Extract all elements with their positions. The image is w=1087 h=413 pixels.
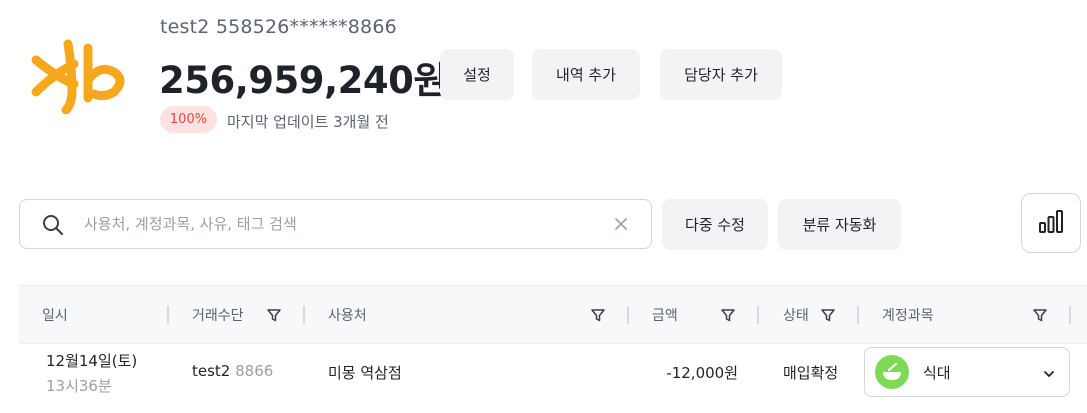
table-header: 일시 거래수단 사용처 금액 상태 계정과목 <box>19 285 1087 344</box>
bulk-edit-button[interactable]: 다중 수정 <box>662 199 768 250</box>
kb-logo <box>28 38 132 115</box>
row-date: 12월14일(토) <box>46 352 138 370</box>
last-update-text: 마지막 업데이트 3개월 전 <box>227 113 389 131</box>
column-header-merchant: 사용처 <box>328 307 367 324</box>
filter-icon[interactable] <box>266 307 282 323</box>
row-merchant: 미몽 역삼점 <box>328 364 402 382</box>
auto-classify-button[interactable]: 분류 자동화 <box>778 199 901 250</box>
column-header-account: 계정과목 <box>882 307 934 324</box>
close-icon[interactable] <box>613 216 629 232</box>
column-divider[interactable] <box>167 306 169 324</box>
column-divider[interactable] <box>757 306 759 324</box>
category-label: 식대 <box>923 364 951 382</box>
add-manager-button[interactable]: 담당자 추가 <box>660 49 782 100</box>
search-box[interactable] <box>19 199 652 249</box>
filter-icon[interactable] <box>820 307 836 323</box>
account-balance: 256,959,240원 <box>159 59 447 102</box>
column-header-method: 거래수단 <box>192 307 244 324</box>
search-icon <box>42 214 64 236</box>
add-history-button[interactable]: 내역 추가 <box>532 49 640 100</box>
bar-chart-icon <box>1038 208 1064 238</box>
food-bowl-icon <box>875 355 909 389</box>
sync-badge: 100% <box>160 106 217 133</box>
row-method-name: test2 <box>192 362 231 380</box>
column-header-status: 상태 <box>783 307 809 324</box>
row-amount: -12,000원 <box>666 364 738 382</box>
chevron-down-icon <box>1042 366 1056 380</box>
column-divider[interactable] <box>303 306 305 324</box>
row-status: 매입확정 <box>783 364 839 382</box>
search-input[interactable] <box>84 210 604 238</box>
filter-icon[interactable] <box>590 307 606 323</box>
filter-icon[interactable] <box>720 307 736 323</box>
row-method-suffix: 8866 <box>235 362 274 380</box>
category-select[interactable]: 식대 <box>864 347 1070 397</box>
column-divider[interactable] <box>1069 306 1071 324</box>
column-header-date: 일시 <box>42 307 68 324</box>
settings-button[interactable]: 설정 <box>440 49 514 100</box>
row-time: 13시36분 <box>46 377 112 395</box>
column-divider[interactable] <box>627 306 629 324</box>
filter-icon[interactable] <box>1032 307 1048 323</box>
column-divider[interactable] <box>857 306 859 324</box>
chart-button[interactable] <box>1021 193 1081 253</box>
account-label: test2 558526******8866 <box>160 16 397 38</box>
column-header-amount: 금액 <box>652 307 678 324</box>
row-method: test2 8866 <box>192 362 273 380</box>
